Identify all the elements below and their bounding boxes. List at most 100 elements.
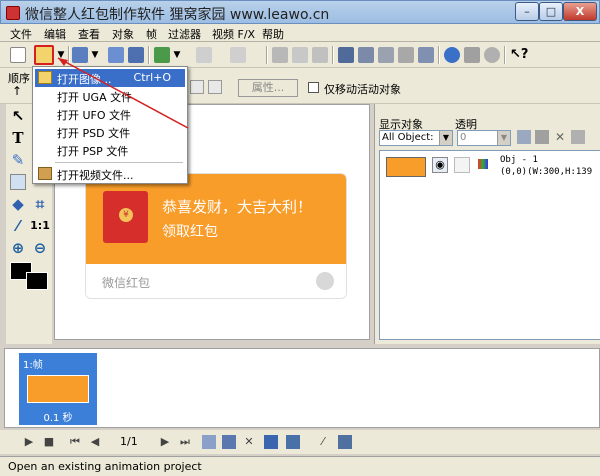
- dropdown-item-open-psp[interactable]: 打开 PSP 文件: [35, 141, 185, 159]
- previous-frame-icon[interactable]: ◀: [88, 435, 102, 449]
- dropdown-item-open-uga[interactable]: 打开 UGA 文件: [35, 87, 185, 105]
- cut-icon[interactable]: [272, 47, 288, 63]
- open-folder-icon[interactable]: [34, 45, 54, 65]
- toolbar-separator: [68, 46, 70, 64]
- frame-thumbnail: [27, 375, 89, 403]
- red-envelope-image: ¥: [103, 191, 148, 243]
- move-active-checkbox[interactable]: [308, 82, 319, 93]
- first-frame-icon[interactable]: ⏮: [68, 435, 82, 449]
- object-row[interactable]: ◉ Obj - 1 (0,0)(W:300,H:139: [380, 151, 600, 185]
- object-info: (0,0)(W:300,H:139: [500, 167, 593, 177]
- dropdown-item-open-image[interactable]: 打开图像... Ctrl+O: [35, 69, 185, 87]
- objects-select[interactable]: All Object: ▼: [379, 130, 453, 146]
- add-frame-icon[interactable]: [202, 435, 216, 449]
- menu-edit[interactable]: 编辑: [44, 26, 66, 42]
- actual-size-icon[interactable]: 1:1: [30, 218, 50, 234]
- open-dropdown-arrow-icon[interactable]: ▼: [56, 47, 66, 63]
- import-frame-icon[interactable]: [108, 47, 124, 63]
- color-chip-icon: [478, 159, 488, 169]
- frame-delay: 0.1 秒: [43, 413, 73, 424]
- copy-icon[interactable]: [292, 47, 308, 63]
- background-color-swatch[interactable]: [26, 272, 48, 290]
- transparency-field[interactable]: 0 ▼: [457, 130, 511, 146]
- eraser-icon[interactable]: [10, 174, 26, 190]
- next-frame-icon[interactable]: ▶: [158, 435, 172, 449]
- save-icon[interactable]: [72, 47, 88, 63]
- web-icon[interactable]: [444, 47, 460, 63]
- new-file-icon[interactable]: [10, 47, 26, 63]
- toolbar-separator: [504, 46, 506, 64]
- undo-icon[interactable]: [196, 47, 212, 63]
- wechat-pay-logo-icon: [316, 272, 334, 290]
- dropdown-item-open-psd[interactable]: 打开 PSD 文件: [35, 123, 185, 141]
- dropdown-item-open-video[interactable]: 打开视频文件...: [35, 165, 185, 183]
- zoom-out-icon[interactable]: ⊖: [32, 240, 48, 256]
- toolbar-separator: [332, 46, 334, 64]
- duplicate-object-icon[interactable]: [535, 130, 549, 144]
- menu-view[interactable]: 查看: [78, 26, 100, 42]
- menu-video-fx[interactable]: 视频 F/X: [212, 26, 255, 42]
- optimize-icon[interactable]: [464, 47, 480, 63]
- red-envelope-card: ¥ 恭喜发财，大吉大利！ 领取红包 微信红包: [85, 173, 347, 299]
- frame-properties-icon[interactable]: [264, 435, 278, 449]
- playback-toolbar: ▶ ■ ⏮ ◀ 1/1 ▶ ⏭ ✕ ⁄: [0, 430, 600, 454]
- frame-effect-icon[interactable]: [286, 435, 300, 449]
- properties-button[interactable]: 属性...: [238, 79, 298, 97]
- dropdown-item-label: 打开 PSP 文件: [57, 145, 129, 158]
- dropdown-item-label: 打开视频文件...: [57, 169, 134, 182]
- envelope-banner: ¥ 恭喜发财，大吉大利！ 领取红包: [86, 174, 346, 264]
- redo-icon[interactable]: [230, 47, 246, 63]
- settings-icon[interactable]: [484, 47, 500, 63]
- minimize-button[interactable]: –: [515, 2, 539, 21]
- dropdown-item-open-ufo[interactable]: 打开 UFO 文件: [35, 105, 185, 123]
- preview-icon[interactable]: [154, 47, 170, 63]
- delete-object-icon[interactable]: ✕: [553, 130, 567, 144]
- objects-select-value: All Object:: [382, 132, 434, 143]
- frame-tool-5-icon[interactable]: [418, 47, 434, 63]
- dropdown-item-label: 打开图像...: [57, 73, 112, 86]
- frame-tool-4-icon[interactable]: [398, 47, 414, 63]
- transparency-value: 0: [460, 132, 467, 143]
- align-icon-1[interactable]: [190, 80, 204, 94]
- envelope-title: 恭喜发财，大吉大利！: [162, 198, 313, 216]
- frame-tool-1-icon[interactable]: [338, 47, 354, 63]
- duplicate-frame-icon[interactable]: [222, 435, 236, 449]
- reverse-frames-icon[interactable]: [338, 435, 352, 449]
- tween-icon[interactable]: ⁄: [316, 435, 330, 449]
- new-object-icon[interactable]: [517, 130, 531, 144]
- order-up-arrow-icon[interactable]: ↑: [12, 84, 22, 98]
- close-button[interactable]: X: [563, 2, 597, 21]
- title-bar: 微信整人红包制作软件 狸窝家园 www.leawo.cn – □ X: [0, 0, 600, 24]
- maximize-button[interactable]: □: [539, 2, 563, 21]
- menu-file[interactable]: 文件: [10, 26, 32, 42]
- select-arrow-icon[interactable]: ↖: [10, 108, 26, 124]
- brush-icon[interactable]: ✎: [10, 152, 26, 168]
- zoom-in-icon[interactable]: ⊕: [10, 240, 26, 256]
- merge-object-icon[interactable]: [571, 130, 585, 144]
- menu-help[interactable]: 帮助: [262, 26, 284, 42]
- stop-icon[interactable]: ■: [42, 435, 56, 449]
- eyedropper-icon[interactable]: ⁄: [10, 218, 26, 234]
- play-icon[interactable]: ▶: [22, 435, 36, 449]
- last-frame-icon[interactable]: ⏭: [178, 435, 192, 449]
- delete-frame-icon[interactable]: ✕: [242, 435, 256, 449]
- export-frame-icon[interactable]: [128, 47, 144, 63]
- frame-label: 1:帧: [23, 360, 43, 371]
- menu-frame[interactable]: 帧: [146, 26, 157, 42]
- visibility-eye-icon[interactable]: ◉: [432, 157, 448, 173]
- frame-item[interactable]: 1:帧 0.1 秒: [19, 353, 97, 425]
- menu-object[interactable]: 对象: [112, 26, 134, 42]
- text-tool-icon[interactable]: T: [10, 130, 26, 146]
- align-icon-2[interactable]: [208, 80, 222, 94]
- crop-icon[interactable]: ⌗: [32, 196, 48, 212]
- frame-tool-3-icon[interactable]: [378, 47, 394, 63]
- dropdown-item-label: 打开 PSD 文件: [57, 127, 131, 140]
- paste-icon[interactable]: [312, 47, 328, 63]
- preview-dropdown-arrow-icon[interactable]: ▼: [172, 47, 182, 63]
- help-pointer-icon[interactable]: ↖?: [510, 47, 528, 63]
- frame-tool-2-icon[interactable]: [358, 47, 374, 63]
- fill-bucket-icon[interactable]: ◆: [10, 196, 26, 212]
- lock-toggle[interactable]: [454, 157, 470, 173]
- save-dropdown-arrow-icon[interactable]: ▼: [90, 47, 100, 63]
- menu-filter[interactable]: 过滤器: [168, 26, 201, 42]
